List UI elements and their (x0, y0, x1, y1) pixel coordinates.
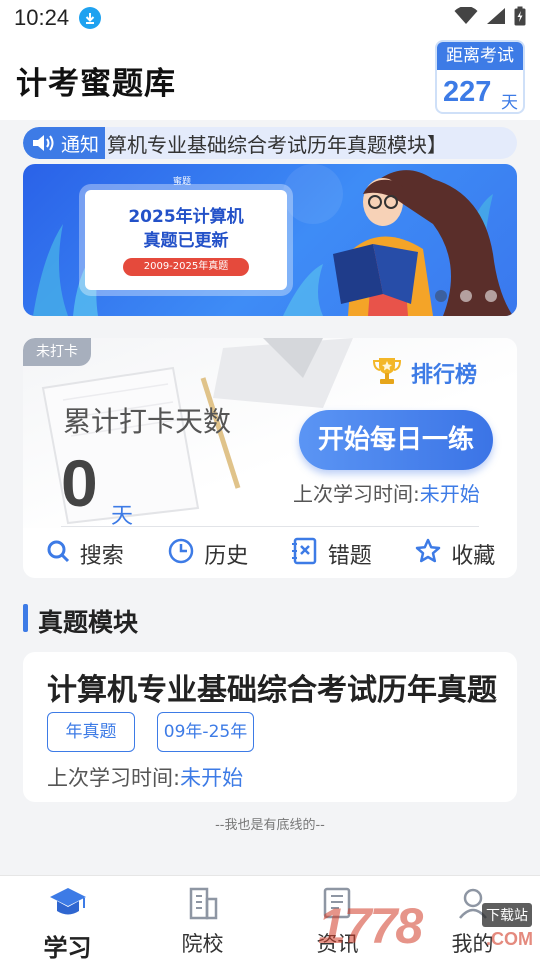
last-study-value: 未开始 (419, 482, 480, 506)
tool-search[interactable]: 搜索 (23, 534, 147, 574)
tool-wrong-questions-label: 错题 (327, 544, 372, 569)
checkin-card: 未打卡 排行榜 累计打卡天数 0 天 开始每日一练 上次学习时间:未开始 搜索 … (23, 338, 517, 578)
battery-icon (514, 6, 526, 30)
user-icon (456, 886, 490, 924)
tool-search-label: 搜索 (79, 544, 124, 569)
graduation-cap-icon (48, 886, 88, 924)
exam-countdown[interactable]: 距离考试 227 天 (435, 40, 525, 114)
tool-history-label: 历史 (204, 544, 249, 569)
banner-year-tag: 2009-2025年真题 (123, 258, 249, 276)
tool-history[interactable]: 历史 (147, 534, 271, 574)
tab-schools[interactable]: 院校 (135, 876, 270, 960)
speaker-icon (31, 133, 55, 153)
section-accent-bar (23, 604, 28, 632)
banner-card: 2025年计算机 真题已更新 2009-2025年真题 (85, 190, 287, 290)
ranking-label: 排行榜 (411, 363, 478, 388)
wifi-icon (454, 6, 478, 29)
trophy-icon (372, 356, 402, 390)
carousel-dot[interactable] (435, 290, 447, 302)
module-title: 计算机专业基础综合考试历年真题 (47, 673, 497, 708)
building-icon (185, 886, 221, 924)
promo-banner[interactable]: 蜜题 2025年计算机 真题已更新 2009-2025年真题 (23, 164, 517, 316)
quick-tools: 搜索 历史 错题 收藏 (23, 534, 517, 574)
notice-badge-label: 通知 (61, 133, 100, 156)
status-time: 10:24 (14, 5, 70, 30)
section-title: 真题模块 (38, 608, 139, 637)
module-last-study-label: 上次学习时间: (47, 766, 181, 790)
history-icon (168, 538, 194, 570)
carousel-indicators (435, 290, 497, 302)
tool-favorites[interactable]: 收藏 (394, 534, 518, 574)
download-icon (79, 7, 102, 29)
countdown-days: 227 (443, 76, 492, 108)
divider (61, 526, 479, 527)
banner-title-line2: 真题已更新 (143, 231, 229, 251)
module-chip-range: 09年-25年 (157, 712, 254, 752)
carousel-dot[interactable] (460, 290, 472, 302)
tab-study[interactable]: 学习 (0, 876, 135, 960)
status-bar: 10:24 (0, 0, 540, 36)
search-icon (46, 539, 70, 569)
tab-news[interactable]: 资讯 (270, 876, 405, 960)
checkin-status-tag: 未打卡 (23, 338, 91, 366)
module-last-study: 上次学习时间:未开始 (47, 762, 243, 792)
carousel-dot[interactable] (485, 290, 497, 302)
news-icon (321, 886, 355, 924)
module-chip-years: 年真题 (47, 712, 135, 752)
checkin-days-count: 0 (61, 446, 98, 520)
star-icon (415, 538, 441, 570)
tab-schools-label: 院校 (181, 932, 224, 956)
countdown-label: 距离考试 (437, 42, 523, 70)
wrong-questions-icon (291, 537, 318, 571)
tab-news-label: 资讯 (316, 932, 359, 956)
tab-mine-label: 我的 (451, 932, 494, 956)
countdown-unit: 天 (501, 93, 518, 113)
app-header: 计考蜜题库 距离考试 227 天 (0, 36, 540, 120)
end-of-list-note: --我也是有底线的-- (215, 818, 325, 833)
cell-signal-icon (486, 7, 506, 29)
banner-brand: 蜜题 (173, 177, 192, 187)
bottom-tab-bar: 学习 院校 资讯 我的 (0, 875, 540, 960)
last-study-label: 上次学习时间: (293, 482, 420, 506)
exam-module-card[interactable]: 年真题 09年-25年 计算机专业基础综合考试历年真题 上次学习时间:未开始 (23, 652, 517, 802)
app-title: 计考蜜题库 (16, 66, 176, 102)
notice-bar[interactable]: 通知 算机专业基础综合考试历年真题模块】 (23, 127, 517, 159)
notice-badge: 通知 (23, 127, 106, 159)
tab-mine[interactable]: 我的 (405, 876, 540, 960)
total-checkin-label: 累计打卡天数 (63, 405, 232, 438)
last-study-time: 上次学习时间:未开始 (293, 478, 480, 507)
start-daily-practice-button[interactable]: 开始每日一练 (299, 410, 493, 470)
banner-title-line1: 2025年计算机 (128, 207, 244, 227)
module-last-study-value: 未开始 (180, 766, 244, 790)
notice-text: 算机专业基础综合考试历年真题模块】 (107, 132, 448, 157)
tab-study-label: 学习 (43, 934, 92, 960)
tool-favorites-label: 收藏 (451, 544, 496, 569)
ranking-link[interactable]: 排行榜 (372, 356, 478, 390)
tool-wrong-questions[interactable]: 错题 (270, 534, 394, 574)
